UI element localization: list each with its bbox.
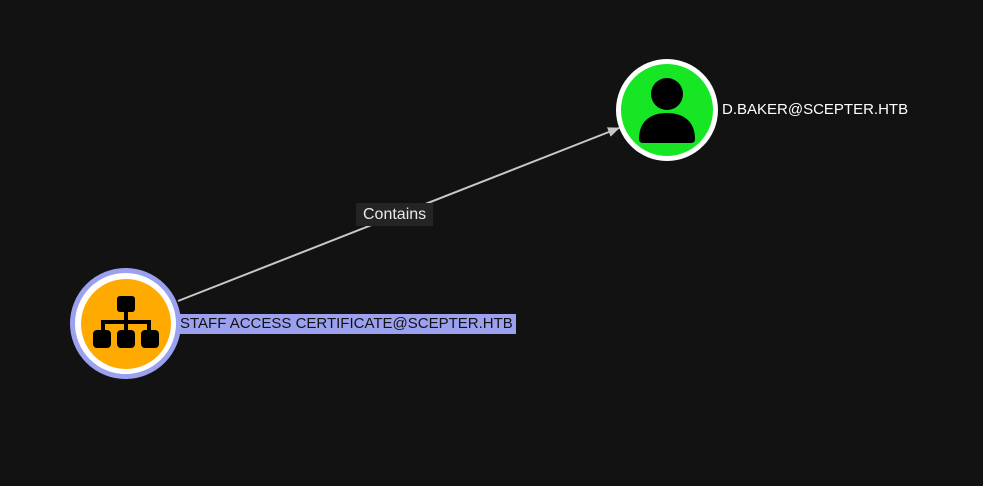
node-label-staff-access-certificate[interactable]: STAFF ACCESS CERTIFICATE@SCEPTER.HTB	[178, 314, 516, 334]
hierarchy-icon	[92, 295, 159, 348]
node-ou-fill	[80, 278, 171, 369]
node-label-d-baker[interactable]: D.BAKER@SCEPTER.HTB	[720, 100, 911, 120]
node-d-baker[interactable]	[616, 59, 718, 161]
node-user-fill	[621, 64, 713, 156]
user-icon	[639, 78, 695, 143]
edge-layer	[177, 127, 620, 302]
edge-label-contains[interactable]: Contains	[356, 203, 434, 226]
node-staff-access-certificate[interactable]	[70, 268, 181, 379]
graph-canvas[interactable]: Contains STAFF ACCESS CERTIFICATE@SCEPTE…	[0, 0, 983, 486]
